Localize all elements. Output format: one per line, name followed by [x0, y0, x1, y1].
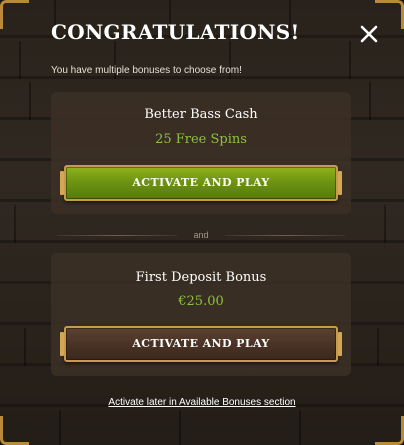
corner-ornament — [0, 416, 29, 445]
bonus-modal: CONGRATULATIONS! You have multiple bonus… — [0, 0, 404, 445]
activate-and-play-button[interactable]: ACTIVATE AND PLAY — [60, 326, 342, 362]
corner-ornament — [375, 416, 404, 445]
bonus-name: First Deposit Bonus — [135, 270, 267, 285]
separator: and — [57, 230, 345, 242]
bonus-value: 25 Free Spins — [155, 132, 247, 147]
bonus-value: €25.00 — [178, 294, 224, 309]
close-icon — [360, 25, 378, 43]
modal-subtitle: You have multiple bonuses to choose from… — [51, 65, 242, 76]
bonus-card-better-bass-cash: Better Bass Cash 25 Free Spins ACTIVATE … — [51, 92, 351, 214]
corner-ornament — [0, 0, 29, 29]
modal-title: CONGRATULATIONS! — [51, 20, 300, 44]
close-button[interactable] — [358, 23, 380, 45]
bonus-name: Better Bass Cash — [144, 107, 258, 122]
activate-and-play-button[interactable]: ACTIVATE AND PLAY — [60, 165, 342, 201]
bonus-card-first-deposit: First Deposit Bonus €25.00 ACTIVATE AND … — [51, 253, 351, 376]
separator-line — [225, 235, 345, 236]
activate-later-link[interactable]: Activate later in Available Bonuses sect… — [0, 397, 404, 408]
